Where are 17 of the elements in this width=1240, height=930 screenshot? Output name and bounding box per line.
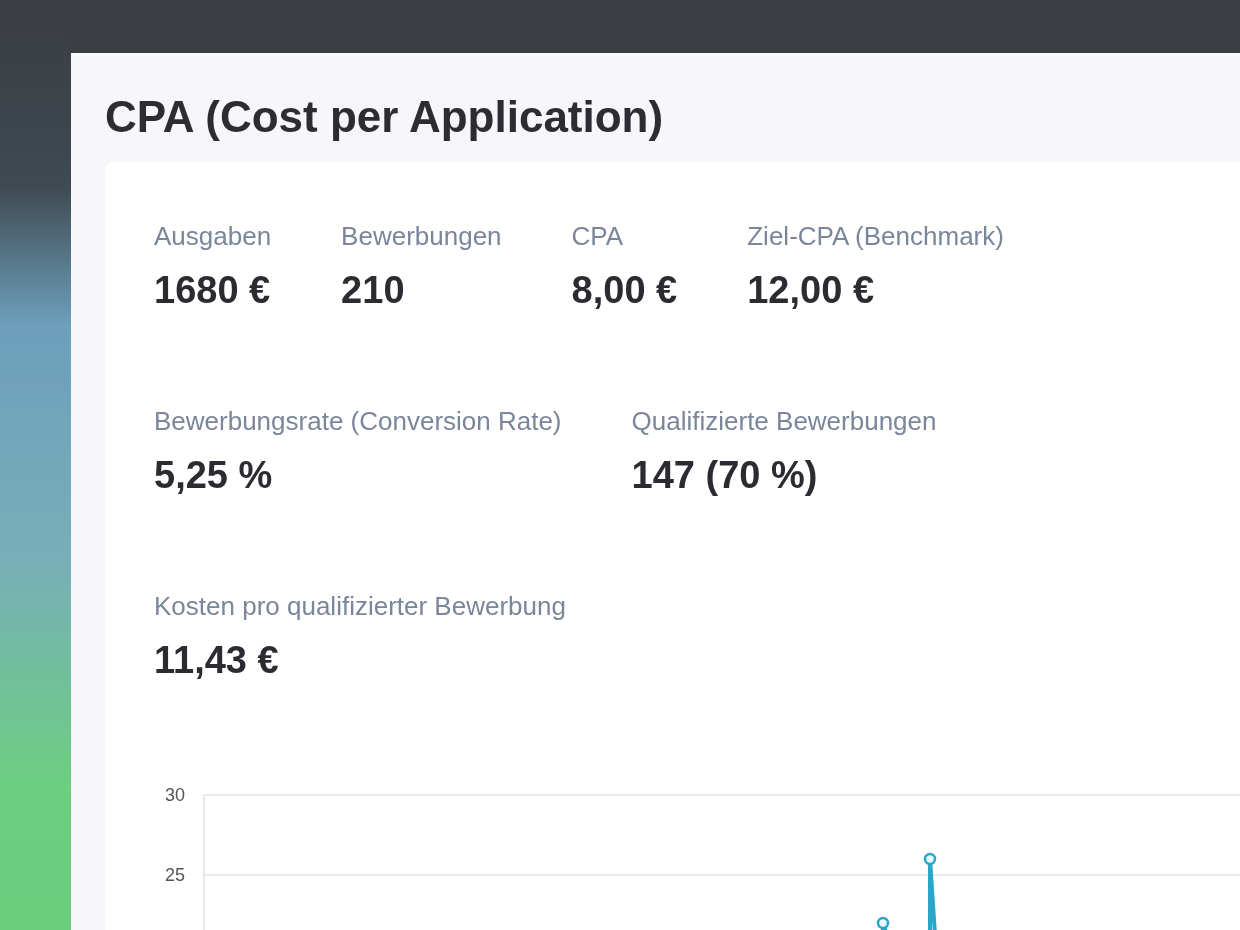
stat-label: Bewerbungen	[341, 220, 502, 252]
stat-label: Ziel-CPA (Benchmark)	[747, 220, 1004, 252]
axis-label: 25	[164, 865, 185, 885]
page-title: CPA (Cost per Application)	[105, 91, 665, 143]
stat-label: CPA	[571, 220, 625, 252]
stat-value: 210	[341, 268, 406, 312]
stat-label: Ausgaben	[154, 220, 272, 252]
stat-value: 147 (70 %)	[631, 453, 819, 497]
stat-value: 5,25 %	[154, 453, 274, 497]
stat-value: 12,00 €	[747, 268, 876, 312]
stat-label: Bewerbungsrate (Conversion Rate)	[154, 405, 562, 437]
stat-label: Kosten pro qualifizierter Bewerbung	[154, 590, 566, 622]
stat-value: 11,43 €	[154, 638, 280, 682]
stat-label: Qualifizierte Bewerbungen	[631, 405, 937, 437]
stat-value: 8,00 €	[571, 268, 678, 312]
stat-value: 1680 €	[154, 268, 272, 312]
axis-label: 30	[164, 785, 185, 805]
